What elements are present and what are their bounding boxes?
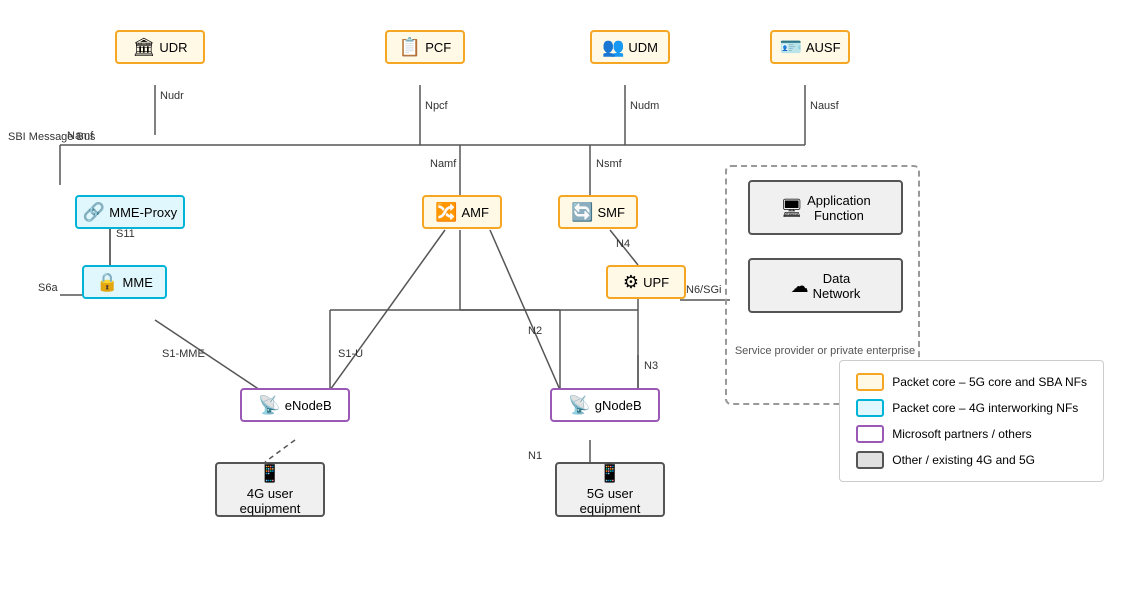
udr-label: UDR [159, 40, 187, 55]
udr-node: 🏛 UDR [115, 30, 205, 64]
service-provider-label: Service provider or private enterprise [730, 345, 920, 357]
n2-label: N2 [528, 325, 542, 337]
legend-box-yellow [856, 373, 884, 391]
dn-icon: ☁ [791, 277, 809, 295]
af-node: 🖥 ApplicationFunction [748, 180, 903, 235]
pcf-icon: 📋 [399, 38, 421, 56]
ausf-icon: 🪪 [779, 38, 801, 56]
legend-box-purple [856, 425, 884, 443]
af-label: ApplicationFunction [807, 193, 871, 223]
namf1-label: Namf [67, 130, 93, 142]
upf-icon: ⚙ [623, 273, 639, 291]
gnodeb-icon: 📡 [568, 396, 590, 414]
ue4g-label: 4G userequipment [240, 486, 301, 516]
s11-label: S11 [116, 228, 135, 240]
enodeb-icon: 📡 [258, 396, 280, 414]
legend-item-dark: Other / existing 4G and 5G [856, 451, 1087, 469]
pcf-label: PCF [425, 40, 451, 55]
udm-label: UDM [628, 40, 658, 55]
nudm-label: Nudm [630, 100, 659, 112]
legend-item-purple: Microsoft partners / others [856, 425, 1087, 443]
n3-label: N3 [644, 360, 658, 372]
amf-node: 🔀 AMF [422, 195, 502, 229]
ue5g-icon: 📱 [599, 464, 621, 482]
legend: Packet core – 5G core and SBA NFs Packet… [839, 360, 1104, 482]
smf-label: SMF [597, 205, 624, 220]
udm-icon: 👥 [602, 38, 624, 56]
smf-node: 🔄 SMF [558, 195, 638, 229]
udr-icon: 🏛 [132, 38, 155, 56]
nausf-label: Nausf [810, 100, 839, 112]
legend-box-dark [856, 451, 884, 469]
mme-proxy-icon: 🔗 [83, 203, 105, 221]
af-icon: 🖥 [780, 199, 803, 217]
amf-icon: 🔀 [435, 203, 457, 221]
ue4g-icon: 📱 [259, 464, 281, 482]
legend-box-cyan [856, 399, 884, 417]
n1-label: N1 [528, 450, 542, 462]
smf-icon: 🔄 [571, 203, 593, 221]
s1mme-label: S1-MME [162, 348, 205, 360]
legend-text-yellow: Packet core – 5G core and SBA NFs [892, 375, 1087, 389]
pcf-node: 📋 PCF [385, 30, 465, 64]
dn-label: DataNetwork [813, 271, 861, 301]
s1u-label: S1-U [338, 348, 363, 360]
udm-node: 👥 UDM [590, 30, 670, 64]
mme-icon: 🔒 [96, 273, 118, 291]
gnodeb-node: 📡 gNodeB [550, 388, 660, 422]
upf-label: UPF [643, 275, 669, 290]
ausf-label: AUSF [806, 40, 841, 55]
mme-proxy-label: MME-Proxy [109, 205, 177, 220]
legend-text-purple: Microsoft partners / others [892, 427, 1031, 441]
namf2-label: Namf [430, 158, 456, 170]
nsmf-label: Nsmf [596, 158, 622, 170]
legend-item-yellow: Packet core – 5G core and SBA NFs [856, 373, 1087, 391]
ausf-node: 🪪 AUSF [770, 30, 850, 64]
mme-node: 🔒 MME [82, 265, 167, 299]
mme-proxy-node: 🔗 MME-Proxy [75, 195, 185, 229]
nudr-label: Nudr [160, 90, 184, 102]
enodeb-node: 📡 eNodeB [240, 388, 350, 422]
sbi-label: SBI Message Bus [8, 130, 73, 144]
legend-item-cyan: Packet core – 4G interworking NFs [856, 399, 1087, 417]
mme-label: MME [123, 275, 153, 290]
n4-label: N4 [616, 238, 630, 250]
legend-text-dark: Other / existing 4G and 5G [892, 453, 1035, 467]
enodeb-label: eNodeB [285, 398, 332, 413]
upf-node: ⚙ UPF [606, 265, 686, 299]
ue4g-node: 📱 4G userequipment [215, 462, 325, 517]
diagram: 🏛 UDR 📋 PCF 👥 UDM 🪪 AUSF 🔀 AMF 🔄 SMF ⚙ U… [0, 0, 1124, 593]
legend-text-cyan: Packet core – 4G interworking NFs [892, 401, 1078, 415]
s6a-label: S6a [38, 282, 58, 294]
npcf-label: Npcf [425, 100, 448, 112]
ue5g-node: 📱 5G userequipment [555, 462, 665, 517]
amf-label: AMF [461, 205, 488, 220]
gnodeb-label: gNodeB [595, 398, 642, 413]
n6sgi-label: N6/SGi [686, 284, 721, 296]
dn-node: ☁ DataNetwork [748, 258, 903, 313]
ue5g-label: 5G userequipment [580, 486, 641, 516]
